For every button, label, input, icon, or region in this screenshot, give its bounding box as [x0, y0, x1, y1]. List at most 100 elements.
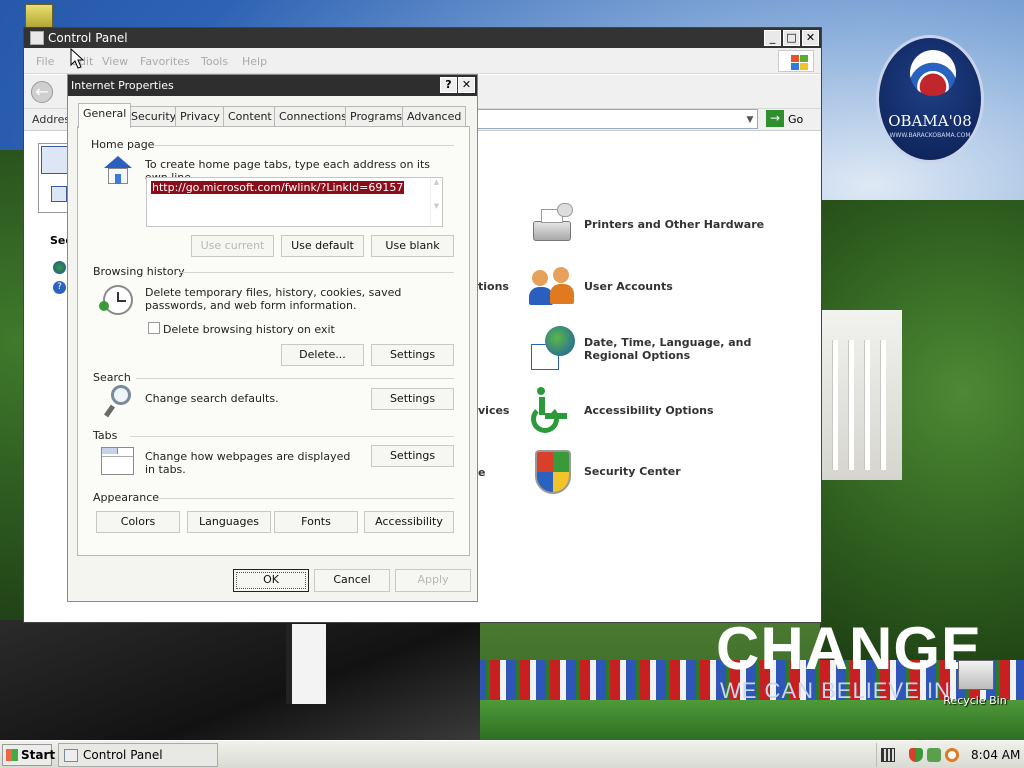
maximize-button[interactable]: □	[783, 30, 800, 46]
search-heading: Search	[93, 371, 131, 384]
clock[interactable]: 8:04 AM	[971, 748, 1020, 762]
help-button[interactable]: ?	[440, 77, 457, 93]
category-security-center[interactable]: Security Center	[529, 448, 819, 500]
address-input[interactable]: ▼	[476, 109, 758, 129]
tab-security[interactable]: Security	[126, 106, 182, 127]
category-label[interactable]: Printers and Other Hardware	[584, 218, 764, 231]
switch-view-icon[interactable]	[51, 186, 67, 202]
accessibility-button[interactable]: Accessibility	[364, 511, 454, 533]
taskbar: Start Control Panel 8:04 AM	[0, 740, 1024, 768]
home-house-icon	[100, 156, 134, 186]
keyboard-icon[interactable]	[881, 748, 895, 762]
use-current-button[interactable]: Use current	[191, 235, 274, 257]
recycle-bin-label[interactable]: Recycle Bin	[940, 694, 1010, 707]
start-label[interactable]: Start	[21, 748, 55, 762]
tabs-description: Change how webpages are displayed in tab…	[145, 450, 351, 476]
section-divider	[154, 145, 454, 146]
security-shield-tray-icon[interactable]	[909, 748, 923, 762]
recycle-bin-icon[interactable]	[958, 660, 994, 690]
windows-update-icon[interactable]	[53, 261, 66, 274]
fonts-button[interactable]: Fonts	[274, 511, 358, 533]
campaign-logo-text: OBAMA'08	[888, 112, 972, 130]
taskbar-task-label[interactable]: Control Panel	[83, 748, 163, 762]
dialog-close-button[interactable]: ✕	[458, 77, 475, 93]
network-icon[interactable]	[927, 748, 941, 762]
section-divider	[159, 498, 454, 499]
use-blank-button[interactable]: Use blank	[371, 235, 454, 257]
category-partial-label[interactable]: tions	[478, 280, 509, 293]
section-divider	[130, 436, 454, 437]
tab-privacy[interactable]: Privacy	[175, 106, 225, 127]
browsing-history-heading: Browsing history	[93, 265, 185, 278]
help-support-icon[interactable]: ?	[53, 281, 66, 294]
control-panel-window-icon[interactable]	[30, 31, 44, 45]
close-button[interactable]: ✕	[802, 30, 819, 46]
tab-programs[interactable]: Programs	[345, 106, 408, 127]
delete-on-exit-label[interactable]: Delete browsing history on exit	[163, 323, 335, 336]
mouse-cursor-icon	[70, 48, 84, 69]
category-partial-label[interactable]: vices	[478, 404, 509, 417]
category-label[interactable]: Date, Time, Language, and Regional Optio…	[584, 336, 804, 362]
delete-history-button[interactable]: Delete...	[281, 344, 364, 366]
menu-help[interactable]: Help	[242, 55, 267, 68]
back-arrow-icon[interactable]: ←	[31, 81, 53, 103]
dialog-titlebar[interactable]: Internet Properties ? ✕	[68, 75, 477, 96]
tab-connections[interactable]: Connections	[274, 106, 352, 127]
home-page-heading: Home page	[91, 138, 155, 151]
house-column	[848, 340, 854, 470]
section-divider	[180, 272, 454, 273]
history-settings-button[interactable]: Settings	[371, 344, 454, 366]
tab-general[interactable]: General	[78, 103, 132, 128]
house-column	[864, 340, 870, 470]
address-dropdown-icon[interactable]: ▼	[743, 110, 757, 130]
use-default-button[interactable]: Use default	[281, 235, 364, 257]
general-tab-panel: Home page To create home page tabs, type…	[77, 126, 470, 556]
menu-favorites[interactable]: Favorites	[140, 55, 190, 68]
go-arrow-icon[interactable]: →	[766, 110, 784, 127]
desktop-shirt	[286, 624, 326, 704]
control-panel-task-icon	[64, 749, 78, 762]
tab-content[interactable]: Content	[223, 106, 277, 127]
control-panel-title: Control Panel	[48, 31, 128, 45]
category-partial-label[interactable]: e	[478, 466, 485, 479]
menu-file[interactable]: File	[36, 55, 54, 68]
category-accessibility[interactable]: Accessibility Options	[529, 387, 819, 439]
search-tray-icon[interactable]	[945, 748, 959, 762]
apply-button[interactable]: Apply	[395, 569, 471, 592]
category-label[interactable]: User Accounts	[584, 280, 673, 293]
category-date-time-language[interactable]: Date, Time, Language, and Regional Optio…	[529, 326, 819, 378]
tabs-window-icon	[101, 447, 134, 475]
delete-on-exit-checkbox[interactable]	[148, 322, 160, 334]
campaign-logo-icon	[910, 50, 956, 96]
go-button[interactable]: Go	[788, 113, 803, 126]
appearance-heading: Appearance	[93, 491, 160, 504]
tabs-settings-button[interactable]: Settings	[371, 445, 454, 467]
search-description: Change search defaults.	[145, 392, 279, 405]
search-settings-button[interactable]: Settings	[371, 388, 454, 410]
url-scrollbar[interactable]: ▲ ▼	[430, 178, 442, 226]
minimize-button[interactable]: _	[764, 30, 781, 46]
category-user-accounts[interactable]: User Accounts	[529, 265, 819, 317]
search-magnifier-icon	[104, 385, 131, 419]
menu-view[interactable]: View	[102, 55, 128, 68]
category-printers-hardware[interactable]: Printers and Other Hardware	[529, 201, 819, 253]
cancel-button[interactable]: Cancel	[314, 569, 390, 592]
browsing-history-description: Delete temporary files, history, cookies…	[145, 286, 402, 312]
home-page-url-text[interactable]: http://go.microsoft.com/fwlink/?LinkId=6…	[151, 181, 405, 194]
start-button[interactable]: Start	[2, 744, 55, 766]
system-tray: 8:04 AM	[876, 743, 1022, 767]
control-panel-titlebar[interactable]: Control Panel _ □ ✕	[24, 28, 821, 48]
campaign-logo-sub: WWW.BARACKOBAMA.COM	[889, 132, 971, 139]
desktop-lawn	[430, 700, 1024, 740]
category-label[interactable]: Security Center	[584, 465, 681, 478]
ok-button[interactable]: OK	[233, 569, 309, 592]
history-clock-icon	[99, 285, 133, 315]
menu-tools[interactable]: Tools	[201, 55, 228, 68]
taskbar-control-panel-button[interactable]: Control Panel	[58, 743, 218, 767]
colors-button[interactable]: Colors	[96, 511, 180, 533]
tabs-heading: Tabs	[93, 429, 118, 442]
languages-button[interactable]: Languages	[187, 511, 271, 533]
category-label[interactable]: Accessibility Options	[584, 404, 714, 417]
tab-advanced[interactable]: Advanced	[402, 106, 467, 127]
home-page-url-textarea[interactable]: http://go.microsoft.com/fwlink/?LinkId=6…	[146, 177, 443, 227]
